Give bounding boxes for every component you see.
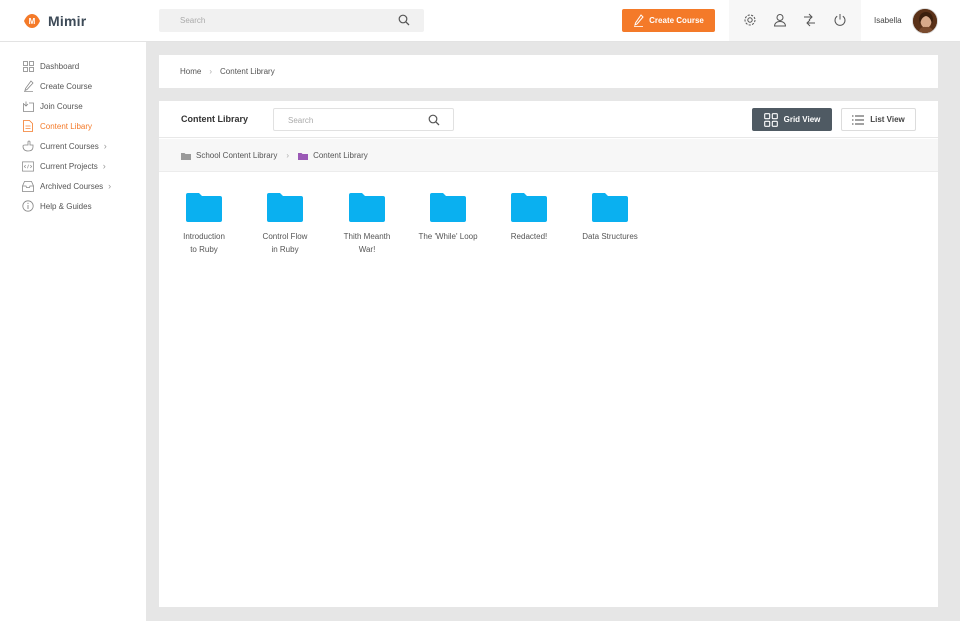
folder-path: School Content Library › Content Library xyxy=(181,151,368,160)
folder-icon xyxy=(267,193,303,222)
sidebar: Dashboard Create Course Join Course Cont… xyxy=(0,42,146,621)
top-bar: M Mimir Search Create Course Isabella xyxy=(0,0,960,42)
folder-item[interactable]: Redacted! xyxy=(494,193,564,243)
sidebar-item-label: Create Course xyxy=(40,81,93,91)
hand-icon xyxy=(22,140,34,152)
library-search-placeholder: Search xyxy=(288,116,314,125)
search-icon[interactable] xyxy=(398,14,410,28)
sidebar-item-create-course[interactable]: Create Course xyxy=(22,79,92,93)
sidebar-item-label: Help & Guides xyxy=(40,201,92,211)
mimir-logo-icon: M xyxy=(22,11,42,31)
folder-icon xyxy=(592,193,628,222)
breadcrumb-home[interactable]: Home xyxy=(180,67,201,76)
folder-path-bar: School Content Library › Content Library xyxy=(159,139,938,172)
sidebar-item-label: Dashboard xyxy=(40,61,80,71)
folder-item[interactable]: Control Flow in Ruby xyxy=(250,193,320,256)
join-icon xyxy=(22,100,34,112)
chevron-right-icon[interactable]: › xyxy=(103,161,106,171)
breadcrumb-current: Content Library xyxy=(220,67,275,76)
sidebar-item-help-guides[interactable]: Help & Guides xyxy=(22,199,92,213)
folder-label: The 'While' Loop xyxy=(418,232,478,241)
path-current: Content Library xyxy=(313,151,368,160)
folder-icon xyxy=(298,152,309,160)
grid-icon xyxy=(22,60,34,72)
sidebar-item-content-libary[interactable]: Content Libary xyxy=(22,119,92,133)
sidebar-item-current-courses[interactable]: Current Courses › xyxy=(22,139,107,153)
user-name[interactable]: Isabella xyxy=(874,16,902,25)
panel-header: Content Library Search Grid View List Vi… xyxy=(159,101,938,138)
pen-icon xyxy=(634,14,644,27)
user-icon[interactable] xyxy=(773,13,787,29)
folder-item[interactable]: The 'While' Loop xyxy=(413,193,483,243)
chevron-right-icon[interactable]: › xyxy=(108,181,111,191)
folder-label: Introduction to Ruby xyxy=(183,232,225,254)
sidebar-item-archived-courses[interactable]: Archived Courses › xyxy=(22,179,111,193)
grid-icon xyxy=(763,112,778,127)
pen-icon xyxy=(22,80,34,92)
breadcrumb: Home › Content Library xyxy=(180,67,275,76)
header-icon-group xyxy=(729,0,861,41)
folder-icon xyxy=(186,193,222,222)
folder-icon xyxy=(181,152,191,160)
settings-icon[interactable] xyxy=(743,13,757,29)
breadcrumb-card: Home › Content Library xyxy=(159,55,938,88)
code-icon xyxy=(22,160,34,172)
folder-item[interactable]: Introduction to Ruby xyxy=(169,193,239,256)
switch-icon[interactable] xyxy=(802,13,817,29)
list-view-button[interactable]: List View xyxy=(841,108,916,131)
sidebar-item-label: Content Libary xyxy=(40,121,93,131)
header-search-input[interactable]: Search xyxy=(159,9,424,32)
archive-icon xyxy=(22,180,34,192)
power-icon[interactable] xyxy=(833,13,847,29)
search-icon[interactable] xyxy=(428,114,440,128)
sidebar-item-current-projects[interactable]: Current Projects › xyxy=(22,159,106,173)
page-title: Content Library xyxy=(181,114,249,124)
folder-item[interactable]: Data Structures xyxy=(575,193,645,243)
chevron-right-icon[interactable]: › xyxy=(104,141,107,151)
folder-item[interactable]: Thith Meanth War! xyxy=(332,193,402,256)
library-search-input[interactable]: Search xyxy=(273,108,454,131)
folder-icon xyxy=(430,193,466,222)
folder-label: Redacted! xyxy=(510,232,548,241)
sidebar-item-join-course[interactable]: Join Course xyxy=(22,99,83,113)
header-search-placeholder: Search xyxy=(180,16,206,25)
grid-view-button[interactable]: Grid View xyxy=(752,108,832,131)
create-course-button[interactable]: Create Course xyxy=(622,9,715,32)
chevron-right-icon: › xyxy=(286,151,290,160)
avatar[interactable] xyxy=(912,8,938,34)
chevron-right-icon: › xyxy=(209,67,213,76)
list-view-label: List View xyxy=(870,115,905,124)
path-root[interactable]: School Content Library xyxy=(196,151,277,160)
grid-view-label: Grid View xyxy=(783,115,821,124)
sidebar-item-dashboard[interactable]: Dashboard xyxy=(22,59,79,73)
content-library-panel: Content Library Search Grid View List Vi… xyxy=(159,101,938,607)
folder-label: Thith Meanth War! xyxy=(343,232,391,254)
info-icon xyxy=(22,200,34,212)
folder-label: Control Flow in Ruby xyxy=(262,232,308,254)
document-icon xyxy=(22,120,34,132)
create-course-label: Create Course xyxy=(649,16,704,25)
folder-label: Data Structures xyxy=(582,232,638,241)
folder-icon xyxy=(511,193,547,222)
folder-icon xyxy=(349,193,385,222)
logo[interactable]: M Mimir xyxy=(22,11,86,31)
sidebar-item-label: Current Courses xyxy=(40,141,99,151)
svg-text:M: M xyxy=(29,17,36,26)
list-icon xyxy=(852,115,865,124)
app-name: Mimir xyxy=(48,13,87,29)
sidebar-item-label: Join Course xyxy=(40,101,83,111)
sidebar-item-label: Current Projects xyxy=(40,161,98,171)
sidebar-item-label: Archived Courses xyxy=(40,181,104,191)
